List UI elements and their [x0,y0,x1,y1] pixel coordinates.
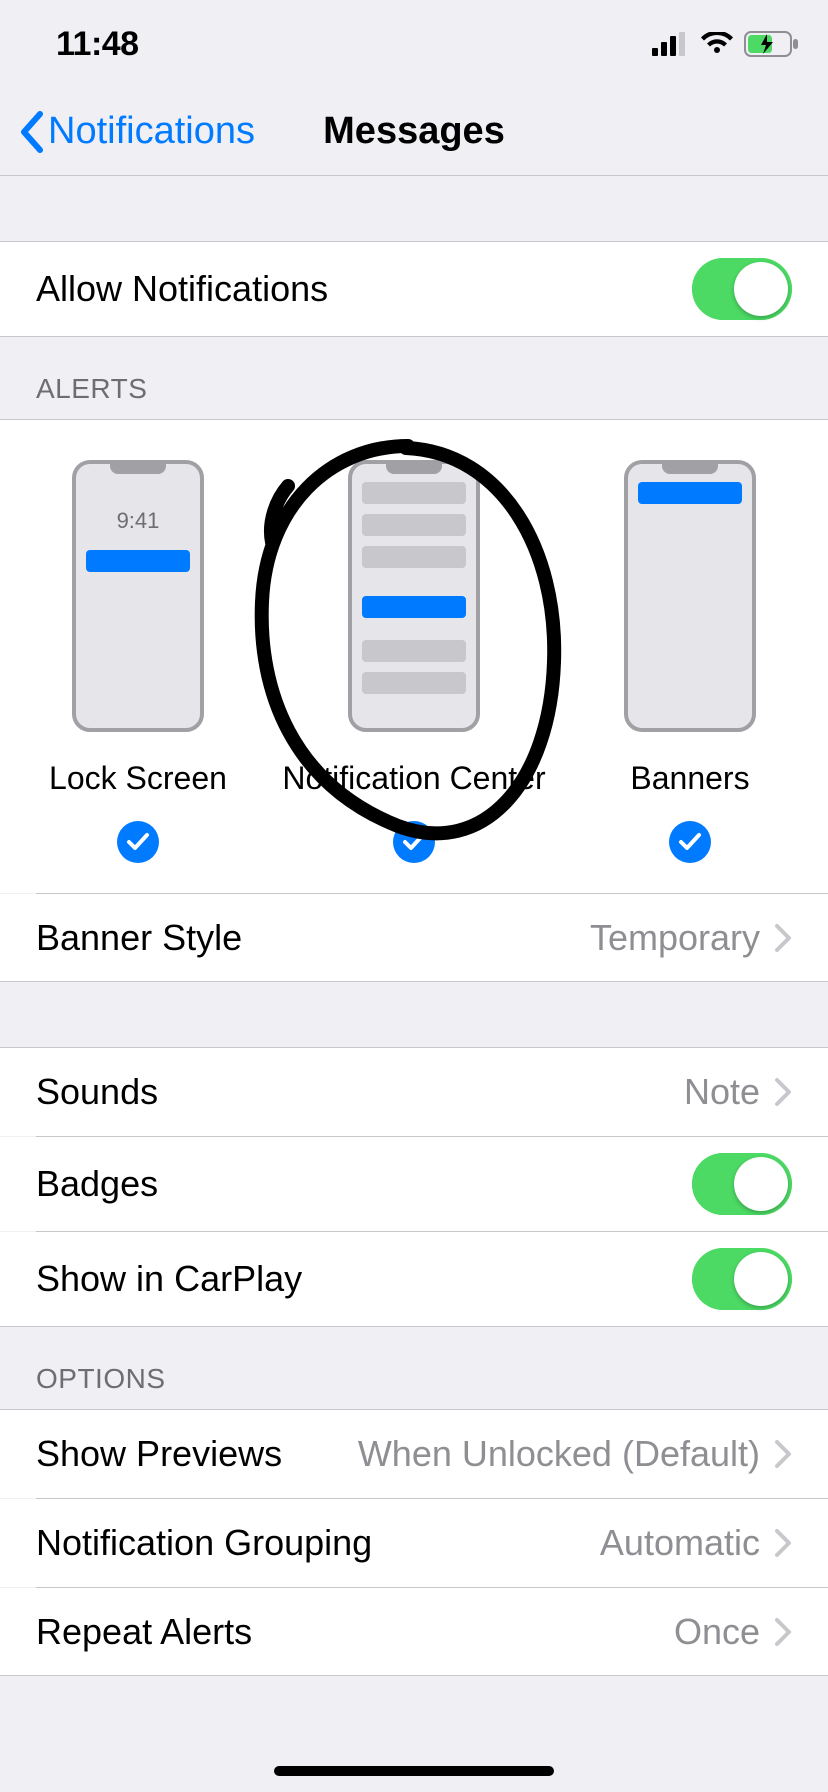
wifi-icon [700,32,734,56]
allow-notifications-row[interactable]: Allow Notifications [0,242,828,337]
show-previews-row[interactable]: Show Previews When Unlocked (Default) [0,1410,828,1498]
notification-center-preview-icon [348,460,480,732]
badges-label: Badges [36,1163,692,1205]
settings-screen: 11:48 Notifications [0,0,828,1792]
chevron-left-icon [18,111,44,153]
repeat-alerts-label: Repeat Alerts [36,1611,674,1653]
show-previews-label: Show Previews [36,1433,358,1475]
cellular-icon [652,32,690,56]
chevron-right-icon [774,1528,792,1558]
alert-notification-center[interactable]: Notification Center [277,460,550,863]
banner-style-value: Temporary [590,917,760,959]
banners-check-icon [669,821,711,863]
status-bar: 11:48 [0,0,828,88]
sounds-row[interactable]: Sounds Note [0,1048,828,1136]
back-button[interactable]: Notifications [18,110,255,153]
carplay-label: Show in CarPlay [36,1258,692,1300]
chevron-right-icon [774,1077,792,1107]
back-label: Notifications [48,110,255,153]
notification-grouping-value: Automatic [600,1522,760,1564]
sounds-label: Sounds [36,1071,684,1113]
notification-center-check-icon [393,821,435,863]
allow-notifications-toggle[interactable] [692,258,792,320]
notification-center-label: Notification Center [282,760,545,797]
battery-charging-icon [744,31,800,57]
repeat-alerts-row[interactable]: Repeat Alerts Once [0,1588,828,1676]
notification-grouping-row[interactable]: Notification Grouping Automatic [0,1499,828,1587]
banners-preview-icon [624,460,756,732]
show-previews-value: When Unlocked (Default) [358,1433,760,1475]
badges-row[interactable]: Badges [0,1137,828,1231]
alerts-section-header: ALERTS [0,337,828,420]
chevron-right-icon [774,1439,792,1469]
lock-screen-label: Lock Screen [49,760,227,797]
spacer [0,982,828,1048]
lock-screen-check-icon [117,821,159,863]
repeat-alerts-value: Once [674,1611,760,1653]
alert-lock-screen[interactable]: 9:41 Lock Screen [1,460,274,863]
alert-banners[interactable]: Banners [553,460,826,863]
banners-label: Banners [630,760,749,797]
spacer [0,176,828,242]
banner-style-row[interactable]: Banner Style Temporary [0,894,828,982]
lock-screen-preview-icon: 9:41 [72,460,204,732]
chevron-right-icon [774,1617,792,1647]
home-indicator[interactable] [274,1766,554,1776]
content: Allow Notifications ALERTS 9:41 Lock Scr… [0,176,828,1792]
status-time: 11:48 [56,25,139,64]
badges-toggle[interactable] [692,1153,792,1215]
options-section-header: OPTIONS [0,1327,828,1410]
nav-bar: Notifications Messages [0,88,828,176]
allow-notifications-label: Allow Notifications [36,268,692,310]
alerts-previews: 9:41 Lock Screen [0,420,828,893]
notification-grouping-label: Notification Grouping [36,1522,600,1564]
banner-style-label: Banner Style [36,917,590,959]
lock-screen-preview-time: 9:41 [76,508,200,534]
chevron-right-icon [774,923,792,953]
sounds-value: Note [684,1071,760,1113]
carplay-row[interactable]: Show in CarPlay [0,1232,828,1327]
carplay-toggle[interactable] [692,1248,792,1310]
status-icons [652,31,800,57]
